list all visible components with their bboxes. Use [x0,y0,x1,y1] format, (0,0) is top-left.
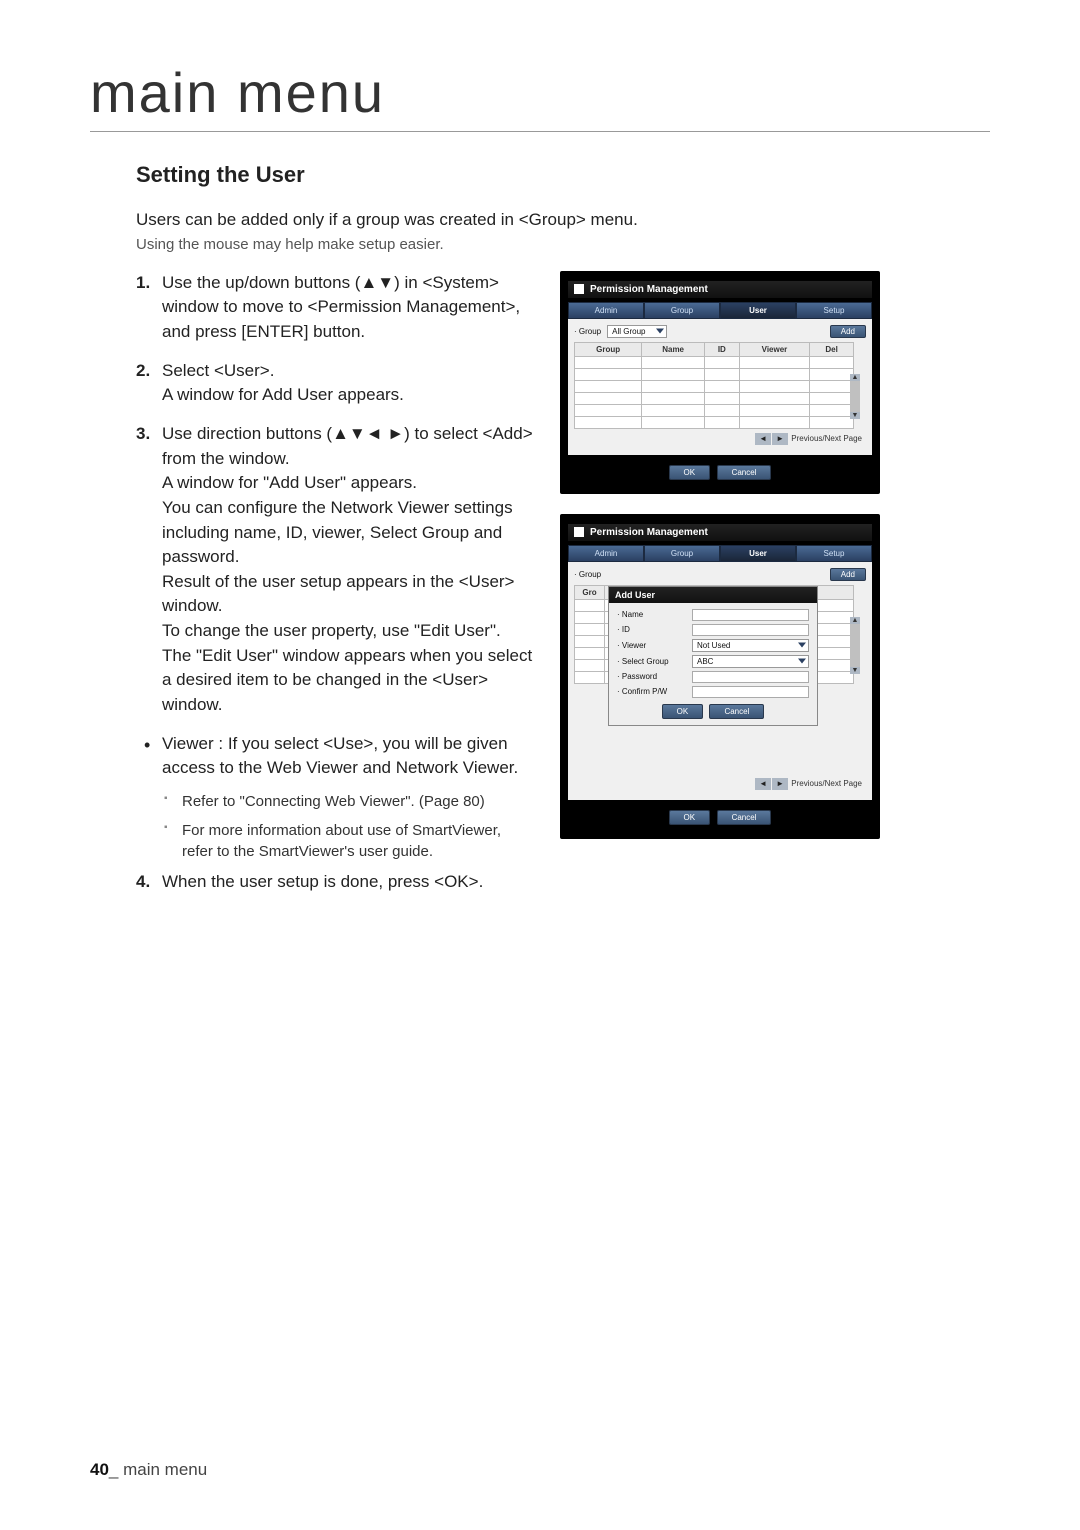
step-4-num: 4. [136,870,150,895]
group-filter-label: · Group [574,327,601,336]
field-viewer-label: · Viewer [617,641,692,650]
dialog-titlebar: Permission Management [568,281,872,298]
next-page-button-2[interactable]: ► [772,778,788,790]
field-viewer-dropdown[interactable]: Not Used [692,639,809,652]
user-icon [574,284,584,294]
modal-cancel-button[interactable]: Cancel [709,704,764,719]
subbullet-refer: Refer to "Connecting Web Viewer". (Page … [136,791,536,812]
field-name-input[interactable] [692,609,809,621]
table-scrollbar-2[interactable] [850,617,860,674]
pnav-label: Previous/Next Page [791,434,862,443]
prev-page-button[interactable]: ◄ [755,433,771,445]
group-filter-dropdown[interactable]: All Group [607,325,667,338]
footer-sep: _ [109,1460,123,1479]
cancel-button[interactable]: Cancel [717,465,772,480]
table-row[interactable] [575,368,854,380]
field-selectgroup-label: · Select Group [617,657,692,666]
ok-button-2[interactable]: OK [669,810,711,825]
th-group: Group [575,342,642,356]
dialog-title-2: Permission Management [590,527,708,538]
tab-group-2[interactable]: Group [644,545,720,562]
step-1-num: 1. [136,271,150,296]
table-scrollbar[interactable] [850,374,860,419]
user-icon [574,527,584,537]
step-1: 1. Use the up/down buttons (▲▼) in <Syst… [136,271,536,345]
prev-page-button-2[interactable]: ◄ [755,778,771,790]
field-id-label: · ID [617,625,692,634]
field-confirm-input[interactable] [692,686,809,698]
intro-line: Users can be added only if a group was c… [136,208,990,232]
tab-user-2[interactable]: User [720,545,796,562]
tab-admin[interactable]: Admin [568,302,644,319]
add-button[interactable]: Add [830,325,866,338]
user-table: Group Name ID Viewer Del [574,342,854,429]
tab-admin-2[interactable]: Admin [568,545,644,562]
field-selectgroup-dropdown[interactable]: ABC [692,655,809,668]
th-name: Name [642,342,705,356]
group-filter-label-2: · Group [574,570,601,579]
table-row[interactable] [575,356,854,368]
page-title: main menu [90,60,990,132]
field-confirm-label: · Confirm P/W [617,687,692,696]
tab-group[interactable]: Group [644,302,720,319]
tab-setup-2[interactable]: Setup [796,545,872,562]
modal-ok-button[interactable]: OK [662,704,704,719]
screenshot-add-user: Permission Management Admin Group User S… [560,514,880,839]
tab-setup[interactable]: Setup [796,302,872,319]
screenshot-permission-user: Permission Management Admin Group User S… [560,271,880,494]
step-3-text: Use direction buttons (▲▼◄ ►) to select … [162,424,533,714]
field-name-label: · Name [617,610,692,619]
ok-button[interactable]: OK [669,465,711,480]
intro-note: Using the mouse may help make setup easi… [136,236,990,253]
step-4-text: When the user setup is done, press <OK>. [162,872,483,891]
subbullet-smartviewer: For more information about use of SmartV… [136,820,536,862]
page-number: 40 [90,1460,109,1479]
step-2-num: 2. [136,359,150,384]
cancel-button-2[interactable]: Cancel [717,810,772,825]
step-4: 4. When the user setup is done, press <O… [136,870,536,895]
step-3: 3. Use direction buttons (▲▼◄ ►) to sele… [136,422,536,718]
add-user-modal: Add User · Name · ID · ViewerNot Used · … [608,586,818,726]
th-viewer: Viewer [739,342,810,356]
step-2-text: Select <User>. A window for Add User app… [162,361,404,405]
step-2: 2. Select <User>. A window for Add User … [136,359,536,408]
table-row[interactable] [575,404,854,416]
section-title: Setting the User [136,162,990,188]
table-row[interactable] [575,392,854,404]
modal-title: Add User [609,587,817,603]
bullet-viewer: Viewer : If you select <Use>, you will b… [136,732,536,781]
table-row[interactable] [575,380,854,392]
table-row[interactable] [575,416,854,428]
next-page-button[interactable]: ► [772,433,788,445]
th-del: Del [810,342,854,356]
footer-label: main menu [123,1460,207,1479]
dialog-titlebar-2: Permission Management [568,524,872,541]
field-id-input[interactable] [692,624,809,636]
step-3-num: 3. [136,422,150,447]
th-id: ID [705,342,740,356]
field-password-input[interactable] [692,671,809,683]
dialog-title: Permission Management [590,284,708,295]
tab-user[interactable]: User [720,302,796,319]
step-1-text: Use the up/down buttons (▲▼) in <System>… [162,273,520,341]
field-password-label: · Password [617,672,692,681]
pnav-label-2: Previous/Next Page [791,779,862,788]
add-button-2[interactable]: Add [830,568,866,581]
page-footer: 40_ main menu [90,1460,207,1480]
